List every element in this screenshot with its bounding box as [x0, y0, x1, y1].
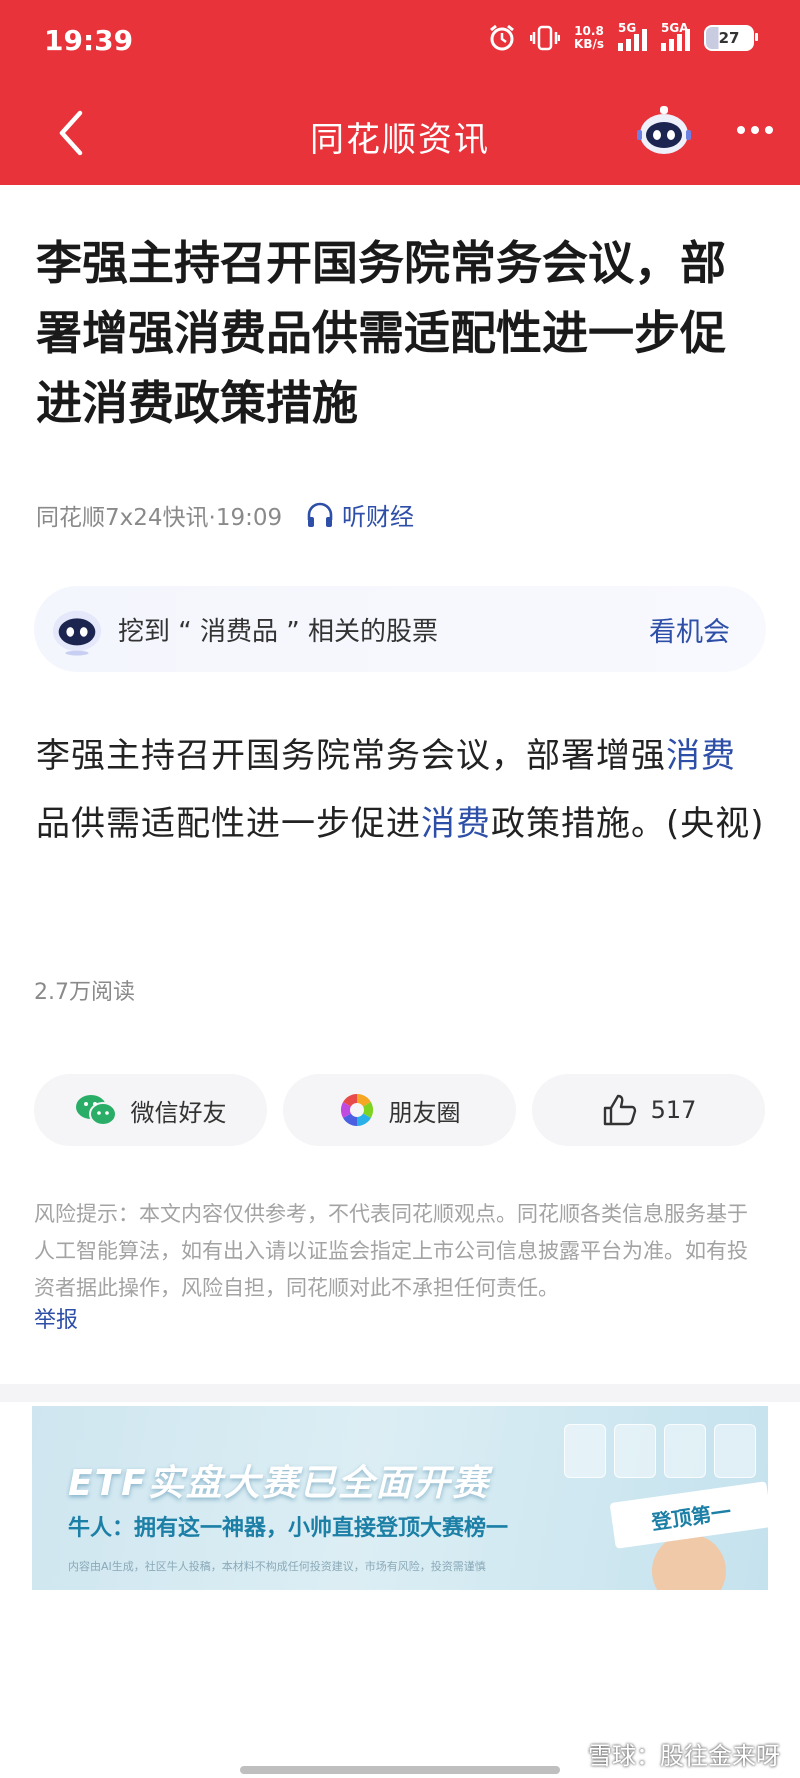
status-icons: 10.8 KB/s 5G 5GA 27	[488, 21, 758, 52]
ai-assistant-button[interactable]	[636, 102, 692, 158]
more-options-button[interactable]	[730, 110, 780, 150]
signal-5g: 5G	[618, 21, 647, 51]
keyword-link-consumption[interactable]: 消费	[421, 804, 491, 844]
vibrate-icon	[530, 25, 561, 51]
thumbs-up-icon	[603, 1094, 636, 1126]
article-body: 李强主持召开国务院常务会议，部署增强消费品供需适配性进一步促进消费政策措施。(央…	[36, 736, 765, 844]
stock-opportunity-card[interactable]: 挖到 “ 消费品 ” 相关的股票 看机会	[34, 586, 766, 672]
etf-contest-banner[interactable]: ETF实盘大赛已全面开赛 牛人：拥有这一神器，小帅直接登顶大赛榜一 内容由AI生…	[32, 1406, 768, 1590]
share-row: 微信好友 朋友圈 517	[34, 1074, 766, 1146]
more-dots-icon	[737, 126, 745, 134]
share-wechat-label: 微信好友	[130, 1098, 227, 1127]
share-moments-button[interactable]: 朋友圈	[283, 1074, 516, 1146]
banner-subtitle: 牛人：拥有这一神器，小帅直接登顶大赛榜一	[68, 1516, 509, 1541]
status-bar: 19:39 10.8 KB/s 5G 5GA 27	[0, 0, 800, 82]
robot-icon	[52, 610, 102, 656]
keyword-link-consumption[interactable]: 消费	[666, 736, 736, 776]
article-headline: 李强主持召开国务院常务会议，部署增强消费品供需适配性进一步促进消费政策措施	[36, 236, 726, 430]
banner-fine-print: 内容由AI生成，社区牛人投稿，本材料不构成任何投资建议，市场有风险，投资需谨慎	[68, 1560, 486, 1573]
share-wechat-button[interactable]: 微信好友	[34, 1074, 267, 1146]
battery-indicator: 27	[704, 25, 758, 51]
opportunity-text: 挖到 “ 消费品 ” 相关的股票	[118, 616, 438, 647]
listen-label: 听财经	[342, 503, 414, 531]
network-speed: 10.8 KB/s	[574, 24, 604, 51]
home-indicator[interactable]	[240, 1766, 560, 1774]
banner-title: ETF实盘大赛已全面开赛	[68, 1463, 490, 1504]
listen-button[interactable]: 听财经	[306, 497, 414, 532]
banner-person-image	[652, 1534, 726, 1590]
headphones-icon	[307, 502, 333, 527]
signal-5ga: 5GA	[661, 21, 690, 51]
report-link[interactable]: 举报	[34, 1302, 78, 1334]
robot-icon	[637, 106, 691, 154]
banner-decoration-cards	[564, 1424, 756, 1478]
alarm-icon	[490, 24, 514, 51]
nav-bar: 同花顺资讯	[0, 82, 800, 185]
watermark: 雪球：股往金来呀	[588, 1742, 780, 1770]
status-time: 19:39	[44, 24, 134, 57]
read-count: 2.7万阅读	[34, 980, 135, 1005]
share-moments-label: 朋友圈	[388, 1098, 461, 1127]
risk-disclaimer: 风险提示：本文内容仅供参考，不代表同花顺观点。同花顺各类信息服务基于人工智能算法…	[34, 1202, 748, 1300]
like-count: 517	[650, 1096, 697, 1124]
like-button[interactable]: 517	[532, 1074, 765, 1146]
article-source: 同花顺7x24快讯·19:09	[36, 505, 283, 531]
section-divider	[0, 1384, 800, 1402]
wechat-icon	[75, 1095, 117, 1126]
moments-icon	[340, 1094, 373, 1126]
see-opportunity-link[interactable]: 看机会	[649, 610, 730, 649]
